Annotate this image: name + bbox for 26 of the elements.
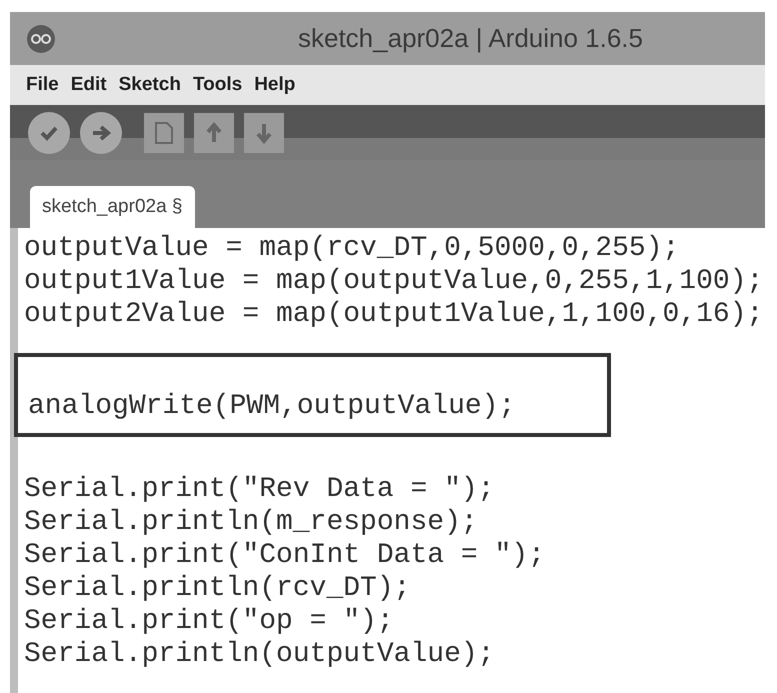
arrow-up-icon xyxy=(205,122,223,144)
verify-button[interactable] xyxy=(28,112,70,154)
menu-item[interactable]: Sketch xyxy=(118,74,181,96)
code-line: Serial.print("Rev Data = "); xyxy=(24,473,496,506)
code-line: Serial.print("op = "); xyxy=(24,605,395,638)
arrow-down-icon xyxy=(255,122,273,144)
app-logo-icon xyxy=(26,24,56,54)
editor-tab[interactable]: sketch_apr02a § xyxy=(30,186,194,228)
open-button[interactable] xyxy=(194,112,234,152)
window-title: sketch_apr02a | Arduino 1.6.5 xyxy=(297,23,644,54)
menu-item[interactable]: File xyxy=(26,74,59,96)
code-line: Serial.println(rcv_DT); xyxy=(24,572,412,605)
code-line: output1Value = map(outputValue,0,255,1,100); xyxy=(24,265,764,298)
code-line: Serial.println(m_response); xyxy=(24,506,479,539)
new-button[interactable] xyxy=(144,112,184,152)
upload-button[interactable] xyxy=(80,112,122,154)
save-button[interactable] xyxy=(244,112,284,152)
code-line: Serial.println(outputValue); xyxy=(24,638,496,671)
code-line: Serial.print("ConInt Data = "); xyxy=(24,539,545,572)
menu-item[interactable]: Edit xyxy=(70,74,107,96)
document-icon xyxy=(154,120,174,144)
menu-item[interactable]: Tools xyxy=(192,74,242,96)
code-line: analogWrite(PWM,outputValue); xyxy=(28,390,516,423)
menu-item[interactable]: Help xyxy=(254,74,296,96)
code-line: outputValue = map(rcv_DT,0,5000,0,255); xyxy=(24,232,680,265)
code-line: output2Value = map(output1Value,1,100,0,16); xyxy=(24,298,764,331)
